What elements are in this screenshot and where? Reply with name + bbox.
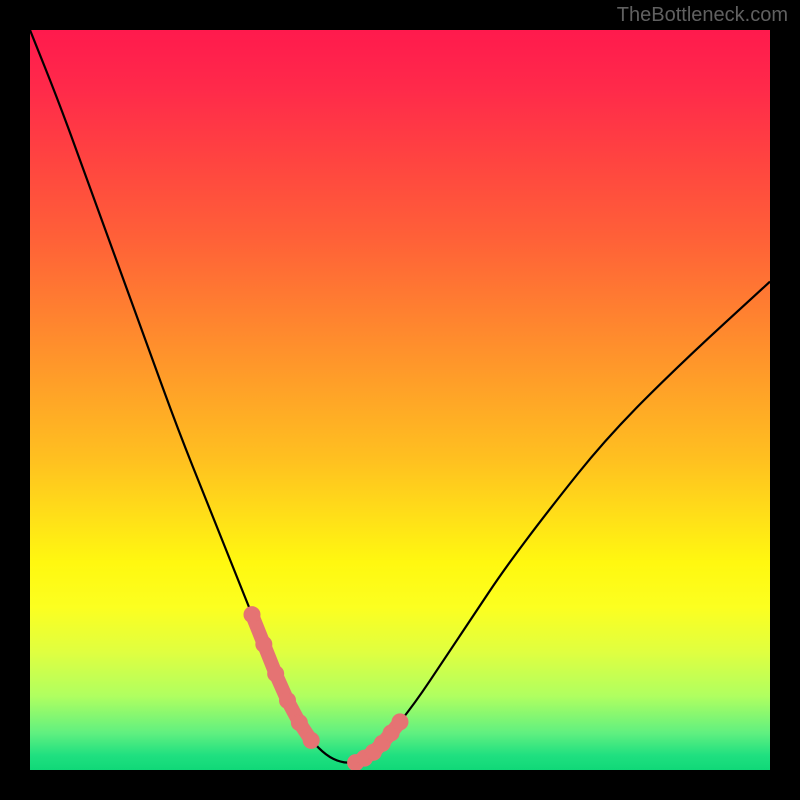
highlight-dot — [256, 636, 272, 652]
highlight-cluster-right — [348, 714, 408, 770]
highlight-dot — [268, 666, 284, 682]
highlight-dot — [303, 732, 319, 748]
watermark-text: TheBottleneck.com — [617, 4, 788, 27]
highlight-dot — [291, 715, 307, 731]
highlight-dot — [392, 714, 408, 730]
bottleneck-curve — [30, 30, 770, 763]
highlight-dot — [280, 692, 296, 708]
bottleneck-curve-svg — [30, 30, 770, 770]
highlight-dot — [244, 607, 260, 623]
chart-plot-area — [30, 30, 770, 770]
highlight-cluster-left — [244, 607, 319, 749]
